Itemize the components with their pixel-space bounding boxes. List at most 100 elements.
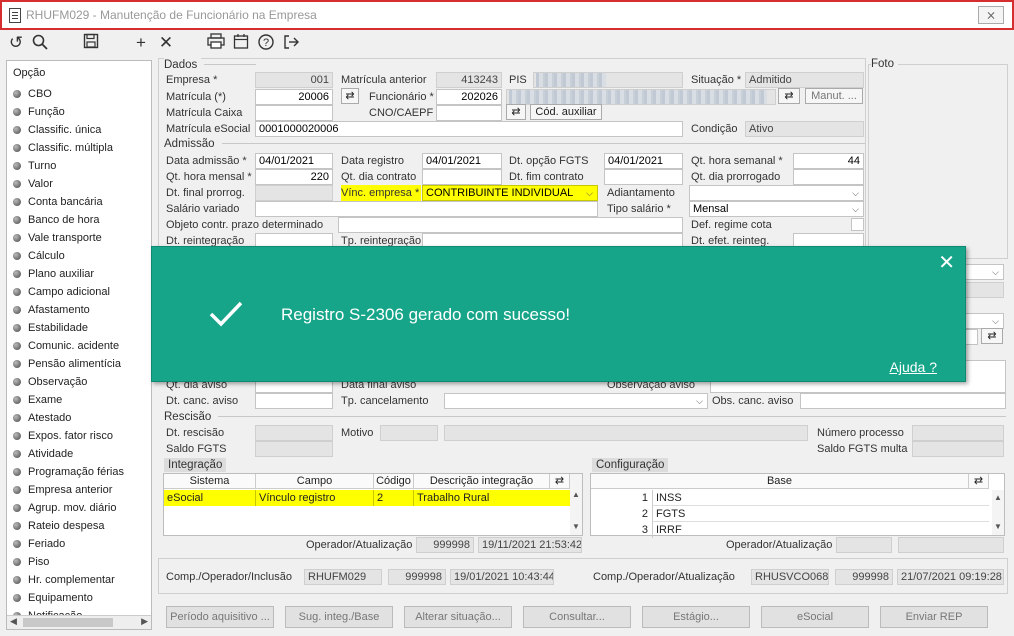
configuracao-vscroll[interactable]: ▲ ▼ bbox=[992, 490, 1004, 535]
salario-variado-field[interactable] bbox=[255, 201, 598, 217]
enviar-rep-button[interactable]: Enviar REP bbox=[880, 606, 988, 628]
pis-field[interactable] bbox=[533, 72, 683, 88]
qt-hora-mensal-field[interactable]: 220 bbox=[255, 169, 333, 185]
atualizacao-data-field[interactable]: 21/07/2021 09:19:28 bbox=[897, 569, 1004, 585]
tp-cancelamento-select[interactable]: ⌵ bbox=[444, 393, 708, 409]
scroll-up-icon[interactable]: ▲ bbox=[572, 490, 580, 499]
search-icon[interactable] bbox=[30, 33, 50, 53]
motivo-desc-field[interactable] bbox=[444, 425, 808, 441]
sidebar-item[interactable]: Plano auxiliar bbox=[13, 265, 94, 283]
integracao-atualizacao-field[interactable]: 19/11/2021 21:53:42 bbox=[478, 537, 582, 553]
sidebar-item[interactable]: Hr. complementar bbox=[13, 571, 115, 589]
scroll-up-icon[interactable]: ▲ bbox=[994, 493, 1002, 502]
scroll-down-icon[interactable]: ▼ bbox=[994, 522, 1002, 531]
tipo-salario-select[interactable]: Mensal ⌵ bbox=[689, 201, 864, 217]
inclusao-operador-field[interactable]: 999998 bbox=[388, 569, 446, 585]
manut-button[interactable]: Manut. ... bbox=[805, 88, 863, 104]
sidebar-item[interactable]: CBO bbox=[13, 85, 52, 103]
toast-close-icon[interactable]: ✕ bbox=[938, 253, 955, 273]
scroll-thumb[interactable] bbox=[23, 618, 113, 627]
def-regime-cota-checkbox[interactable] bbox=[851, 218, 864, 231]
motivo-code-field[interactable] bbox=[380, 425, 438, 441]
sidebar-item[interactable]: Atestado bbox=[13, 409, 71, 427]
configuracao-atualizacao-field[interactable] bbox=[898, 537, 1004, 553]
refresh-icon[interactable]: ↺ bbox=[6, 33, 26, 53]
sug-integ-base-button[interactable]: Sug. integ./Base bbox=[285, 606, 393, 628]
add-icon[interactable]: + bbox=[131, 33, 151, 53]
sidebar-item[interactable]: Expos. fator risco bbox=[13, 427, 113, 445]
inclusao-data-field[interactable]: 19/01/2021 10:43:44 bbox=[450, 569, 554, 585]
sidebar-item[interactable]: Observação bbox=[13, 373, 87, 391]
dt-canc-aviso-field[interactable] bbox=[255, 393, 333, 409]
sidebar-item[interactable]: Vale transporte bbox=[13, 229, 102, 247]
window-close-button[interactable]: ⨯ bbox=[978, 6, 1004, 24]
qt-dia-prorrogado-field[interactable] bbox=[793, 169, 864, 185]
sidebar-item[interactable]: Agrup. mov. diário bbox=[13, 499, 116, 517]
sidebar-item[interactable]: Banco de hora bbox=[13, 211, 100, 229]
condicao-field[interactable]: Ativo bbox=[745, 121, 864, 137]
qt-dia-contrato-field[interactable] bbox=[422, 169, 502, 185]
data-admissao-field[interactable]: 04/01/2021 bbox=[255, 153, 333, 169]
matricula-lookup-button[interactable]: ⇄ bbox=[341, 88, 359, 104]
sidebar-item[interactable]: Piso bbox=[13, 553, 49, 571]
matricula-field[interactable]: 20006 bbox=[255, 89, 333, 105]
inclusao-comp-field[interactable]: RHUFM029 bbox=[304, 569, 382, 585]
col-base[interactable]: Base bbox=[591, 474, 969, 489]
integracao-operador-field[interactable]: 999998 bbox=[416, 537, 474, 553]
table-row[interactable]: FGTS bbox=[653, 506, 989, 522]
adiantamento-select[interactable]: ⌵ bbox=[689, 185, 864, 201]
funcionario-field[interactable]: 202026 bbox=[436, 89, 502, 105]
dt-rescisao-field[interactable] bbox=[255, 425, 333, 441]
col-campo[interactable]: Campo bbox=[256, 474, 374, 489]
matricula-anterior-field[interactable]: 413243 bbox=[436, 72, 502, 88]
dt-opcao-fgts-field[interactable]: 04/01/2021 bbox=[604, 153, 683, 169]
objeto-contrato-field[interactable] bbox=[338, 217, 683, 233]
table-row[interactable]: INSS bbox=[653, 490, 989, 506]
saldo-fgts-field[interactable] bbox=[255, 441, 333, 457]
sidebar-item[interactable]: Equipamento bbox=[13, 589, 93, 607]
configuracao-operador-field[interactable] bbox=[836, 537, 892, 553]
empresa-field[interactable]: 001 bbox=[255, 72, 333, 88]
matricula-esocial-field[interactable]: 0001000020006 bbox=[255, 121, 683, 137]
sidebar-item[interactable]: Função bbox=[13, 103, 65, 121]
dt-fim-contrato-field[interactable] bbox=[604, 169, 683, 185]
sidebar-item[interactable]: Classific. única bbox=[13, 121, 101, 139]
scroll-down-icon[interactable]: ▼ bbox=[572, 522, 580, 531]
sidebar-item[interactable]: Notificação bbox=[13, 607, 82, 615]
periodo-aquisitivo-button[interactable]: Período aquisitivo ... bbox=[166, 606, 274, 628]
qt-hora-semanal-field[interactable]: 44 bbox=[793, 153, 864, 169]
sidebar-item[interactable]: Empresa anterior bbox=[13, 481, 112, 499]
print-icon[interactable] bbox=[206, 33, 226, 53]
hidden-lookup-button[interactable]: ⇄ bbox=[981, 328, 1003, 344]
alterar-situacao-button[interactable]: Alterar situação... bbox=[404, 606, 512, 628]
cno-lookup-button[interactable]: ⇄ bbox=[506, 104, 526, 120]
toast-help-link[interactable]: Ajuda ? bbox=[890, 359, 937, 375]
sidebar-item[interactable]: Rateio despesa bbox=[13, 517, 104, 535]
col-sistema[interactable]: Sistema bbox=[164, 474, 256, 489]
consultar-button[interactable]: Consultar... bbox=[523, 606, 631, 628]
atualizacao-comp-field[interactable]: RHUSVCO068 bbox=[751, 569, 829, 585]
sidebar-item[interactable]: Atividade bbox=[13, 445, 73, 463]
integracao-vscroll[interactable]: ▲ ▼ bbox=[570, 474, 582, 535]
table-row[interactable]: IRRF bbox=[653, 522, 989, 538]
saldo-fgts-multa-field[interactable] bbox=[912, 441, 1004, 457]
sidebar-item[interactable]: Conta bancária bbox=[13, 193, 103, 211]
sidebar-item[interactable]: Classific. múltipla bbox=[13, 139, 113, 157]
numero-processo-field[interactable] bbox=[912, 425, 1004, 441]
esocial-button[interactable]: eSocial bbox=[761, 606, 869, 628]
sidebar-item[interactable]: Campo adicional bbox=[13, 283, 110, 301]
delete-icon[interactable]: ✕ bbox=[156, 33, 176, 53]
sidebar-horizontal-scrollbar[interactable]: ◀ ▶ bbox=[7, 615, 151, 629]
exit-icon[interactable] bbox=[281, 33, 301, 53]
col-descricao[interactable]: Descrição integração bbox=[414, 474, 550, 489]
sidebar-item[interactable]: Comunic. acidente bbox=[13, 337, 119, 355]
calendar-icon[interactable] bbox=[231, 33, 251, 53]
scroll-left-icon[interactable]: ◀ bbox=[10, 616, 17, 627]
save-icon[interactable] bbox=[81, 33, 101, 53]
sidebar-item[interactable]: Valor bbox=[13, 175, 53, 193]
sidebar-item[interactable]: Programação férias bbox=[13, 463, 124, 481]
dt-final-prorrog-field[interactable] bbox=[255, 185, 333, 201]
table-row[interactable]: eSocial Vínculo registro 2 Trabalho Rura… bbox=[164, 490, 570, 506]
cod-auxiliar-button[interactable]: Cód. auxiliar bbox=[530, 104, 602, 120]
help-icon[interactable]: ? bbox=[256, 33, 276, 53]
